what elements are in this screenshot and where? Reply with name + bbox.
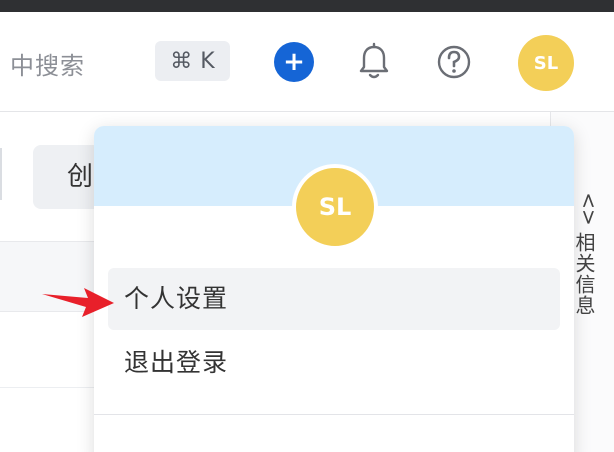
menu-item-label: 个人设置	[124, 284, 229, 313]
avatar-initials: SL	[533, 52, 559, 74]
bell-icon	[359, 42, 389, 79]
notifications-button[interactable]	[356, 42, 392, 82]
plus-icon: +	[283, 47, 305, 77]
help-icon	[437, 45, 471, 79]
user-avatar-button[interactable]: SL	[518, 35, 574, 91]
window-top-strip	[0, 0, 614, 12]
top-header: 中搜索 ⌘ K + SL	[0, 12, 614, 112]
search-shortcut-badge: ⌘ K	[155, 41, 230, 81]
user-menu-avatar: SL	[292, 164, 378, 250]
menu-divider	[94, 414, 574, 415]
create-button-label: 创	[67, 162, 94, 192]
user-menu-dropdown: SL 个人设置 退出登录	[94, 126, 574, 452]
avatar-initials: SL	[318, 193, 352, 221]
toolbar-divider	[0, 148, 2, 200]
add-button[interactable]: +	[274, 42, 314, 82]
menu-item-label: 退出登录	[124, 348, 229, 377]
annotation-arrow	[42, 288, 114, 317]
chevron-icon[interactable]: <>	[577, 192, 601, 226]
search-placeholder[interactable]: 中搜索	[10, 46, 85, 81]
related-info-tab[interactable]: 相关信息	[570, 232, 599, 316]
menu-item-logout[interactable]: 退出登录	[108, 332, 560, 394]
help-button[interactable]	[436, 42, 472, 82]
shortcut-key: K	[200, 48, 215, 74]
menu-item-personal-settings[interactable]: 个人设置	[108, 268, 560, 330]
command-icon: ⌘	[170, 48, 193, 74]
